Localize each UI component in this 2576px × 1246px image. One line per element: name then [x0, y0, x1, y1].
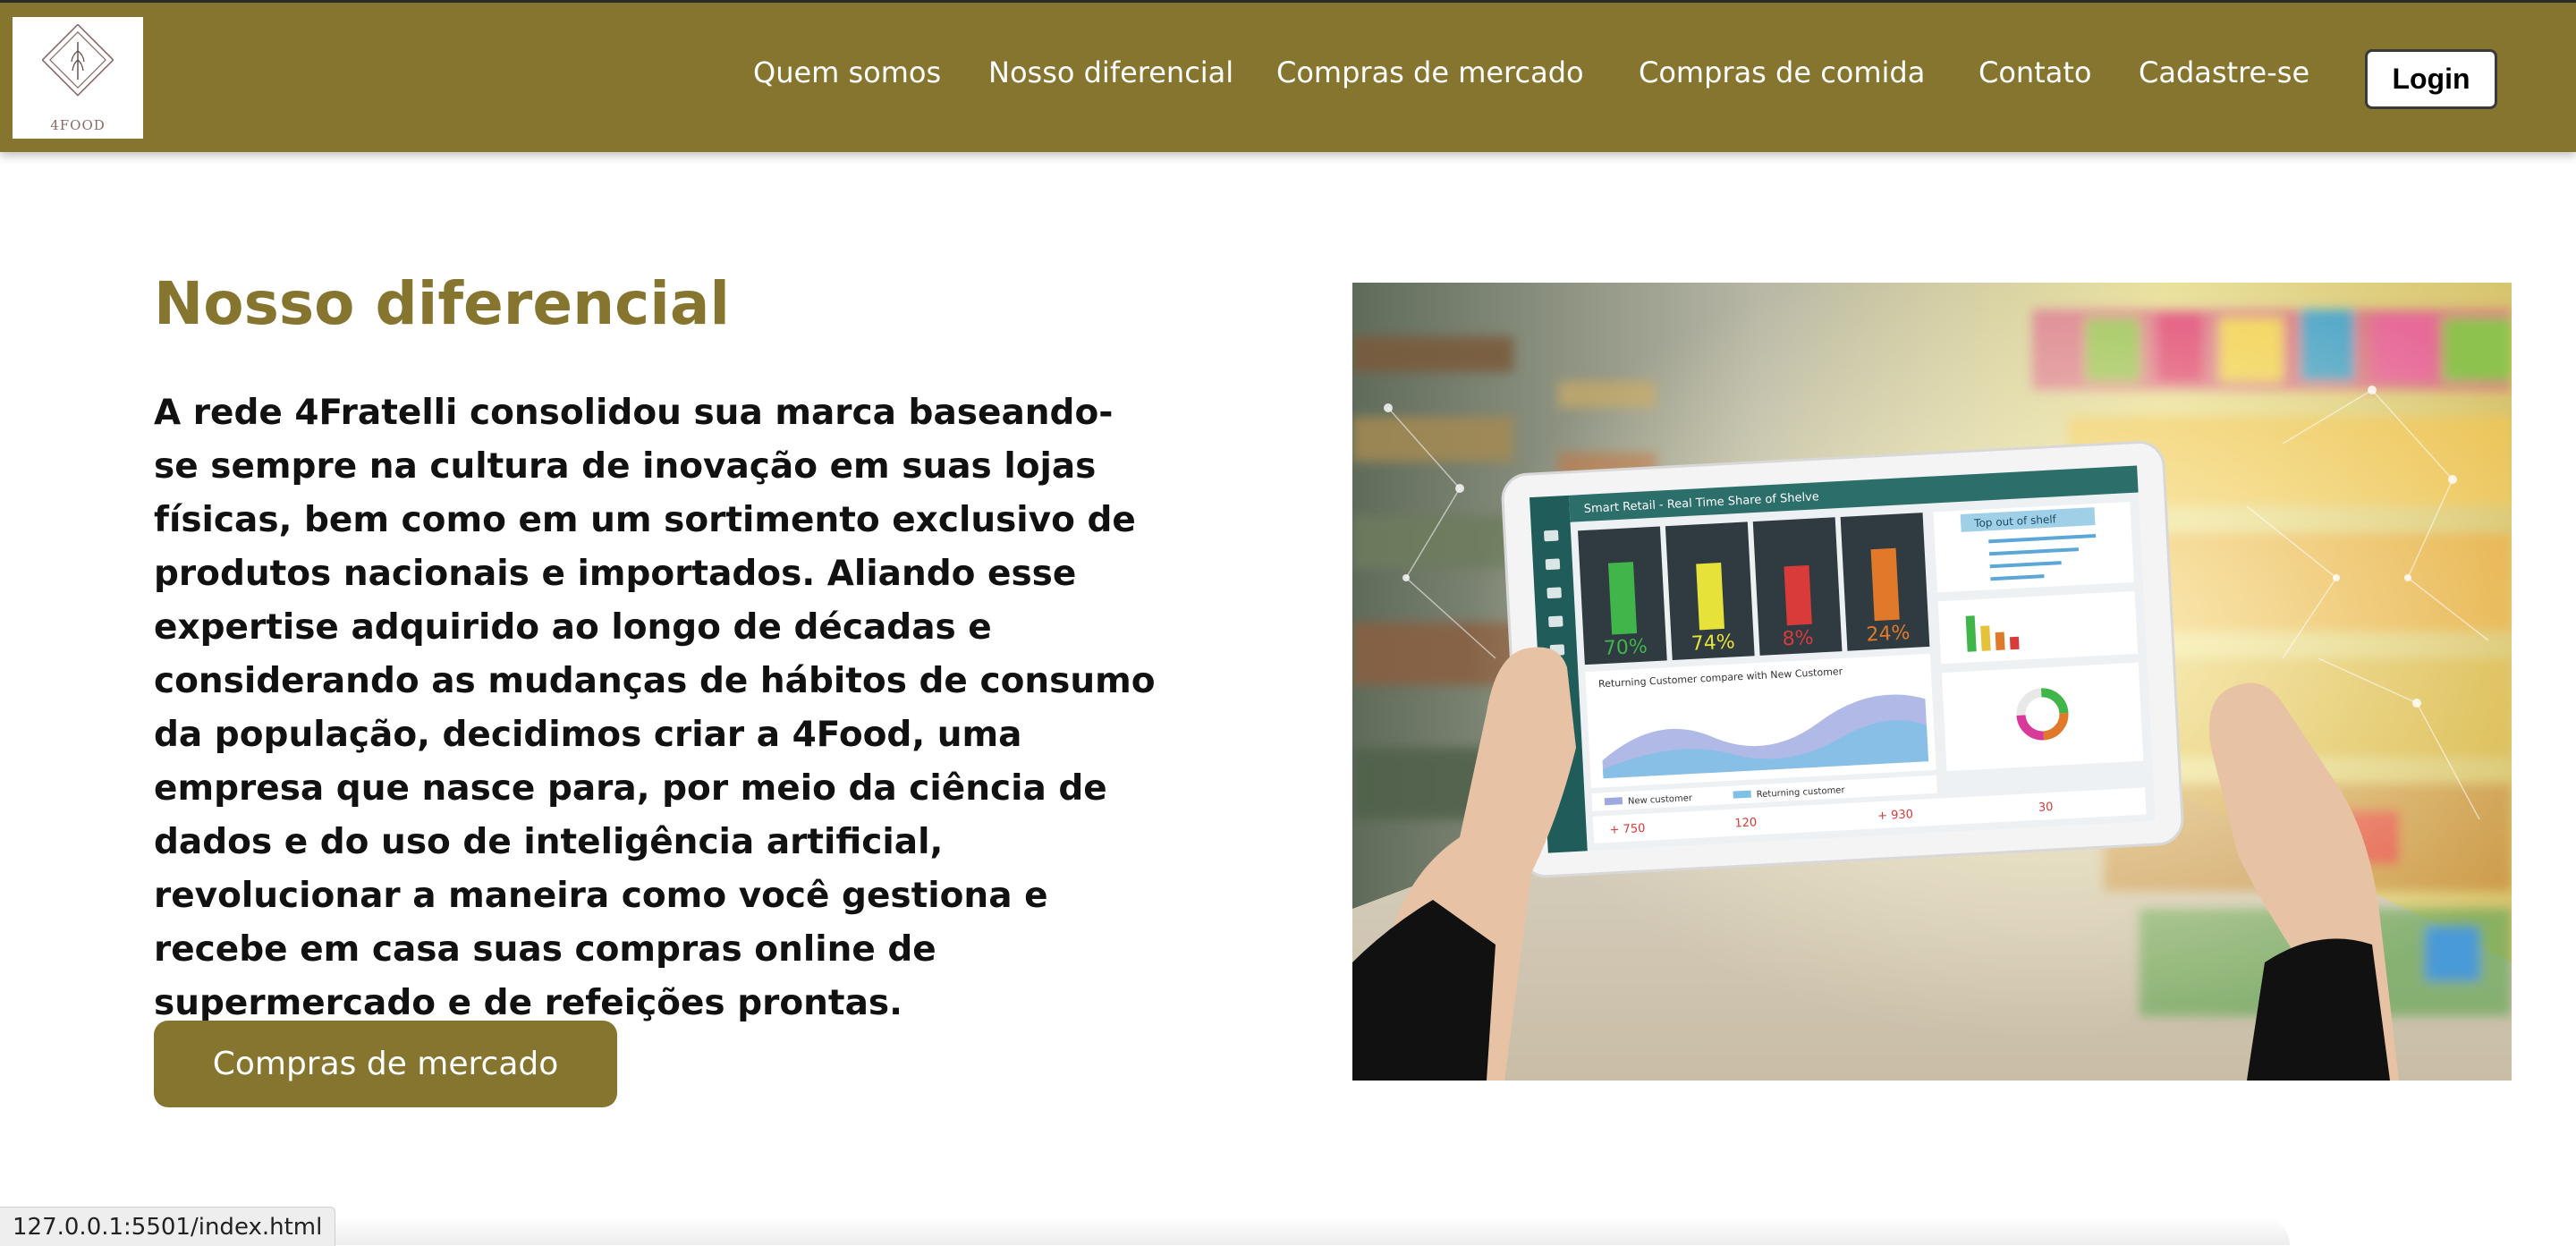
nav-compras-de-mercado[interactable]: Compras de mercado: [1276, 58, 1584, 87]
hero-image: Smart Retail - Real Time Share of Shelve…: [1352, 283, 2512, 1081]
nav-cadastre-se[interactable]: Cadastre-se: [2139, 58, 2309, 87]
supermarket-tablet-illustration: Smart Retail - Real Time Share of Shelve…: [1352, 283, 2512, 1081]
logo-wordmark: 4FOOD: [50, 117, 106, 133]
gauge-4-value: 24%: [1866, 622, 1911, 647]
gauge-1-value: 70%: [1603, 635, 1648, 660]
section-description: A rede 4Fratelli consolidou sua marca ba…: [154, 393, 1156, 1023]
logo-emblem-icon: [42, 24, 114, 97]
stat-3: + 930: [1877, 808, 1914, 823]
page-bottom-shadow: [286, 1216, 2290, 1245]
login-button[interactable]: Login: [2365, 49, 2497, 109]
stat-2: 120: [1734, 816, 1758, 830]
compras-de-mercado-button[interactable]: Compras de mercado: [154, 1021, 617, 1107]
stat-1: + 750: [1609, 822, 1646, 837]
nav-quem-somos[interactable]: Quem somos: [753, 58, 941, 87]
brand-logo[interactable]: 4FOOD: [13, 17, 143, 139]
gauge-3-value: 8%: [1782, 627, 1814, 651]
stat-4: 30: [2038, 801, 2054, 815]
top-navbar: 4FOOD Quem somos Nosso diferencial Compr…: [0, 0, 2576, 152]
gauge-2-value: 74%: [1690, 631, 1735, 656]
nav-contato[interactable]: Contato: [1979, 58, 2091, 87]
nav-nosso-diferencial[interactable]: Nosso diferencial: [988, 58, 1233, 87]
nav-compras-de-comida[interactable]: Compras de comida: [1639, 58, 1925, 87]
section-title: Nosso diferencial: [154, 269, 731, 338]
status-bar-url: 127.0.0.1:5501/index.html: [0, 1207, 336, 1246]
